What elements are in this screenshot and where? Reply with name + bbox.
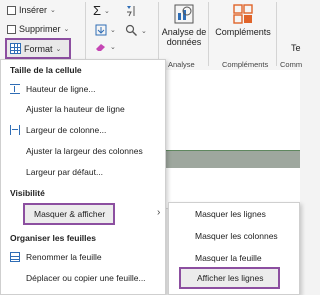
sigma-icon: Σ [93, 3, 102, 18]
section-organiser-feuilles: Organiser les feuilles [10, 233, 96, 243]
separator [276, 2, 277, 66]
sort-filter-button[interactable] [125, 4, 139, 18]
menu-item-masquer-afficher[interactable]: Masquer & afficher [23, 203, 115, 225]
menu-item-hauteur-ligne[interactable]: Hauteur de ligne... [10, 84, 95, 94]
menu-item-largeur-defaut[interactable]: Largeur par défaut... [26, 167, 103, 177]
separator [158, 2, 159, 66]
insert-cells-icon [7, 5, 16, 15]
chevron-down-icon: ⌄ [55, 45, 62, 53]
chevron-down-icon: ⌄ [63, 26, 70, 33]
clear-button[interactable]: ⌄ [95, 42, 116, 52]
submenu-item-masquer-feuille[interactable]: Masquer la feuille [195, 253, 262, 263]
submenu-item-afficher-lignes[interactable]: Afficher les lignes [179, 267, 280, 289]
fill-button[interactable]: ⌄ [95, 24, 116, 36]
complements-group-label: Compléments [222, 60, 269, 69]
analyse-donnees-button[interactable]: Analyse de données [160, 3, 208, 47]
section-visibilite: Visibilité [10, 188, 45, 198]
analyse-group-label: Analyse [168, 60, 195, 69]
format-cells-icon [10, 43, 21, 54]
sort-filter-icon [127, 6, 135, 17]
find-select-button[interactable]: ⌄ [125, 24, 147, 37]
chevron-down-icon: ⌄ [110, 27, 116, 34]
complements-button[interactable]: Compléments [212, 3, 274, 37]
menu-item-deplacer-copier[interactable]: Déplacer ou copier une feuille... [26, 273, 146, 283]
inserer-button[interactable]: Insérer ⌄ [7, 5, 56, 15]
fill-down-icon [95, 24, 107, 36]
supprimer-button[interactable]: Supprimer ⌄ [7, 24, 69, 34]
ribbon-cut-group-label: Comm [280, 60, 303, 69]
search-icon [125, 24, 137, 36]
autosum-button[interactable]: Σ ⌄ [93, 3, 110, 18]
menu-item-largeur-colonne[interactable]: Largeur de colonne... [10, 125, 106, 135]
separator [208, 2, 209, 66]
ribbon-cut-button[interactable]: Te [291, 43, 301, 53]
menu-item-ajuster-largeur[interactable]: Ajuster la largeur des colonnes [26, 146, 143, 156]
section-taille-cellule: Taille de la cellule [10, 65, 82, 75]
format-dropdown-menu: Taille de la cellule Hauteur de ligne...… [0, 59, 166, 295]
chevron-down-icon: ⌄ [104, 7, 110, 15]
format-button[interactable]: Format ⌄ [5, 38, 71, 59]
add-ins-icon [233, 4, 253, 24]
submenu-item-masquer-lignes[interactable]: Masquer les lignes [195, 209, 266, 219]
column-width-icon [10, 125, 20, 135]
data-analysis-icon [174, 4, 194, 24]
separator [85, 2, 86, 66]
submenu-item-masquer-colonnes[interactable]: Masquer les colonnes [195, 231, 278, 241]
chevron-right-icon: › [157, 207, 161, 218]
chevron-down-icon: ⌄ [141, 27, 147, 35]
rename-sheet-icon [10, 252, 20, 262]
eraser-icon [96, 44, 105, 51]
delete-cells-icon [7, 24, 16, 34]
menu-item-ajuster-hauteur[interactable]: Ajuster la hauteur de ligne [26, 104, 125, 114]
menu-item-renommer[interactable]: Renommer la feuille [10, 252, 102, 262]
row-height-icon [10, 84, 20, 94]
masquer-afficher-submenu: Masquer les lignes Masquer les colonnes … [168, 202, 300, 295]
chevron-down-icon: ⌄ [110, 44, 116, 51]
chevron-down-icon: ⌄ [50, 7, 56, 14]
selected-row-band[interactable] [160, 150, 300, 170]
